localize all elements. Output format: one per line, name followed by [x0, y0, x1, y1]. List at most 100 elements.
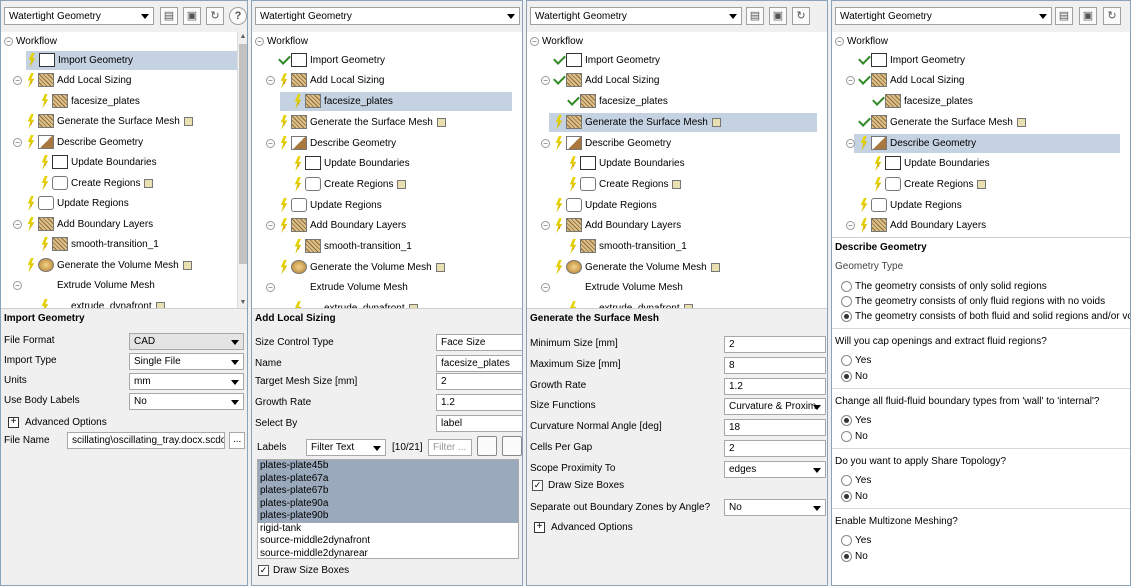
collapse-icon[interactable]: −: [541, 138, 550, 148]
workflow-task[interactable]: Import Geometry: [26, 50, 237, 70]
help-icon[interactable]: ?: [229, 7, 247, 25]
workflow-task[interactable]: Create Regions: [292, 175, 407, 194]
collapse-icon[interactable]: −: [266, 221, 275, 231]
label-list-item[interactable]: plates-plate90a: [258, 497, 518, 510]
collapse-icon[interactable]: −: [13, 281, 22, 290]
collapse-icon[interactable]: −: [266, 76, 275, 86]
filter-type-dropdown[interactable]: Filter Text: [306, 439, 386, 456]
workflow-type-dropdown[interactable]: Watertight Geometry: [255, 7, 520, 25]
filter-apply-icon[interactable]: [477, 436, 497, 456]
workflow-root[interactable]: − Workflow: [530, 32, 583, 51]
workflow-task[interactable]: Generate the Surface Mesh: [25, 112, 193, 131]
collapse-icon[interactable]: −: [13, 76, 22, 85]
workflow-task[interactable]: − Extrude Volume Mesh: [266, 278, 408, 297]
import-type-dropdown[interactable]: Single File: [129, 353, 244, 370]
label-list-item[interactable]: source-middle2dynarear: [258, 548, 518, 559]
workflow-task[interactable]: − Extrude Volume Mesh: [13, 276, 155, 295]
workflow-task[interactable]: Generate the Surface Mesh: [549, 112, 817, 132]
cap-no-radio[interactable]: [841, 371, 852, 382]
body-labels-dropdown[interactable]: No: [129, 393, 244, 410]
refresh-icon[interactable]: ↻: [1103, 7, 1121, 25]
geom-fluid-radio[interactable]: [841, 296, 852, 307]
collapse-icon[interactable]: −: [4, 37, 13, 46]
workflow-task[interactable]: extrude_dynafront: [567, 299, 693, 308]
workflow-task[interactable]: − Add Local Sizing: [13, 71, 132, 90]
workflow-task[interactable]: Generate the Volume Mesh: [553, 258, 720, 277]
labels-listbox[interactable]: plates-plate45b plates-plate67a plates-pla…: [257, 459, 519, 559]
collapse-icon[interactable]: −: [846, 221, 855, 231]
collapse-icon[interactable]: −: [255, 37, 264, 46]
workflow-root[interactable]: − Workflow: [4, 32, 57, 51]
workflow-type-dropdown[interactable]: Watertight Geometry: [530, 7, 742, 25]
field-input[interactable]: 2: [724, 336, 826, 353]
label-list-item[interactable]: plates-plate67b: [258, 485, 518, 498]
select-by-field[interactable]: label: [436, 415, 522, 432]
workflow-task[interactable]: Update Boundaries: [872, 154, 990, 173]
cap-yes-radio[interactable]: [841, 355, 852, 366]
collapse-icon[interactable]: −: [541, 283, 550, 293]
tree-scrollbar[interactable]: ▲ ▼: [237, 32, 247, 308]
workflow-task[interactable]: Import Geometry: [278, 51, 385, 70]
workflow-task[interactable]: Update Boundaries: [39, 153, 157, 172]
workflow-task[interactable]: Create Regions: [567, 175, 682, 194]
workflow-task[interactable]: facesize_plates: [280, 92, 512, 112]
workflow-task[interactable]: − Extrude Volume Mesh: [541, 278, 683, 297]
refresh-icon[interactable]: ↻: [206, 7, 224, 25]
geom-solid-radio[interactable]: [841, 281, 852, 292]
workflow-task[interactable]: Import Geometry: [553, 51, 660, 70]
workflow-task[interactable]: Generate the Surface Mesh: [278, 113, 446, 132]
filter-input[interactable]: Filter ...: [428, 439, 472, 456]
workflow-task[interactable]: Update Boundaries: [292, 154, 410, 173]
advanced-options-label[interactable]: Advanced Options: [551, 522, 633, 533]
workflow-task[interactable]: Import Geometry: [858, 51, 965, 70]
workflow-task[interactable]: − Add Local Sizing: [846, 71, 965, 90]
name-input[interactable]: facesize_plates: [436, 355, 522, 372]
workflow-task[interactable]: − Add Local Sizing: [266, 71, 385, 90]
boundary-no-radio[interactable]: [841, 431, 852, 442]
label-list-item[interactable]: plates-plate67a: [258, 472, 518, 485]
topology-no-radio[interactable]: [841, 491, 852, 502]
workflow-task[interactable]: − Describe Geometry: [541, 134, 671, 153]
advanced-options-expand-icon[interactable]: +: [8, 417, 19, 428]
workflow-task[interactable]: Generate the Surface Mesh: [858, 113, 1026, 132]
field-dropdown[interactable]: Curvature & Proxim: [724, 398, 826, 416]
workflow-task[interactable]: smooth-transition_1: [292, 237, 412, 256]
workflow-task[interactable]: − Describe Geometry: [846, 133, 1120, 153]
workflow-task[interactable]: Update Regions: [858, 196, 962, 215]
label-list-item[interactable]: plates-plate45b: [258, 460, 518, 473]
field-input[interactable]: 2: [724, 440, 826, 457]
boundary-yes-radio[interactable]: [841, 415, 852, 426]
workflow-task[interactable]: facesize_plates: [567, 92, 668, 111]
field-input[interactable]: 18: [724, 419, 826, 437]
workflow-task[interactable]: Update Boundaries: [567, 154, 685, 173]
size-control-type-field[interactable]: Face Size: [436, 334, 522, 351]
workflow-task[interactable]: − Describe Geometry: [13, 133, 143, 152]
units-dropdown[interactable]: mm: [129, 373, 244, 390]
label-list-item[interactable]: rigid-tank: [258, 523, 518, 536]
collapse-icon[interactable]: −: [266, 283, 275, 293]
field-input[interactable]: 8: [724, 356, 826, 374]
draw-size-boxes-checkbox[interactable]: ✓: [258, 565, 269, 576]
workflow-task[interactable]: − Add Boundary Layers: [13, 215, 153, 234]
workflow-root[interactable]: − Workflow: [835, 32, 888, 51]
multizone-no-radio[interactable]: [841, 551, 852, 562]
workflow-task[interactable]: − Add Boundary Layers: [266, 216, 406, 235]
filter-options-icon[interactable]: [502, 436, 522, 456]
workflow-root[interactable]: − Workflow: [255, 32, 308, 51]
folder-icon[interactable]: ▤: [160, 7, 178, 25]
collapse-icon[interactable]: −: [13, 219, 22, 229]
workflow-type-dropdown[interactable]: Watertight Geometry: [835, 7, 1052, 25]
draw-size-boxes-checkbox[interactable]: ✓: [532, 480, 543, 491]
browse-button[interactable]: ...: [229, 432, 245, 449]
workflow-task[interactable]: Update Regions: [25, 194, 129, 213]
topology-yes-radio[interactable]: [841, 475, 852, 486]
workflow-task[interactable]: Create Regions: [872, 175, 987, 194]
workflow-task[interactable]: − Describe Geometry: [266, 134, 396, 153]
workflow-task[interactable]: Generate the Volume Mesh: [25, 256, 192, 275]
collapse-icon[interactable]: −: [266, 138, 275, 148]
collapse-icon[interactable]: −: [13, 137, 22, 147]
workflow-task[interactable]: Update Regions: [553, 196, 657, 215]
separate-zones-dropdown[interactable]: No: [724, 499, 826, 516]
refresh-icon[interactable]: ↻: [792, 7, 810, 25]
advanced-options-expand-icon[interactable]: +: [534, 522, 545, 533]
